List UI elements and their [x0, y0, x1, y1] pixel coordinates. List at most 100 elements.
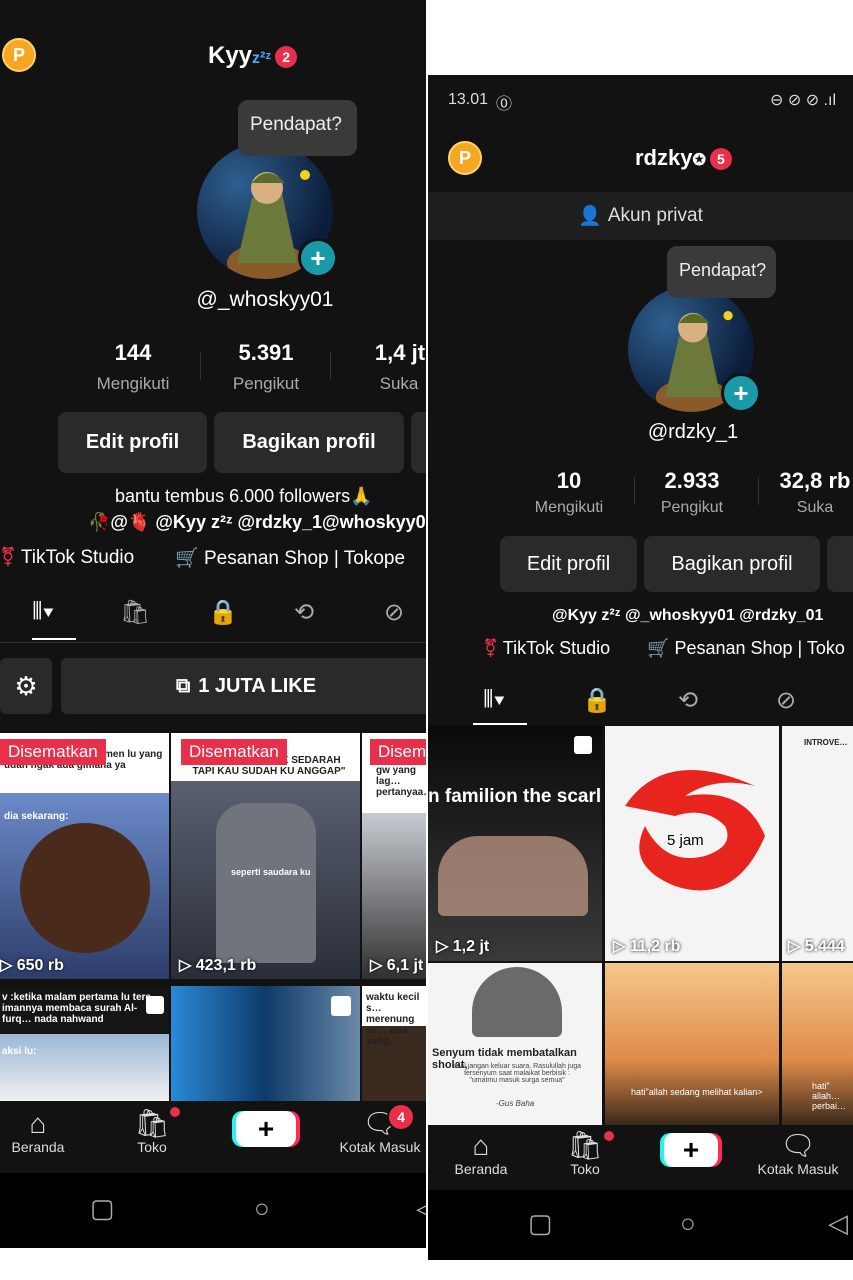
- studio-icon: ⚧: [483, 638, 499, 658]
- video-caption-3: -Gus Baha: [496, 1099, 535, 1108]
- private-tab-icon[interactable]: 🔒: [582, 686, 612, 715]
- followers-count[interactable]: 2.933: [642, 468, 742, 494]
- back-icon[interactable]: ◁: [828, 1208, 848, 1239]
- tiktok-studio-link[interactable]: ⚧ TikTok Studio: [0, 546, 134, 569]
- share-profile-button[interactable]: Bagikan profil: [644, 536, 820, 592]
- share-profile-button[interactable]: Bagikan profil: [214, 412, 404, 473]
- liked-tab-icon[interactable]: ⊘: [776, 686, 796, 715]
- recent-apps-icon[interactable]: ▢: [528, 1208, 553, 1239]
- notif-badge: 5: [709, 148, 732, 171]
- liked-tab-icon[interactable]: ⊘: [384, 598, 404, 627]
- username-suffix: z²ᶻ: [252, 50, 272, 67]
- tooltip-bubble[interactable]: Pendapat?: [238, 100, 357, 156]
- profile-username[interactable]: Kyyz²ᶻ 2: [208, 42, 298, 70]
- add-story-button[interactable]: +: [721, 373, 761, 413]
- private-tab-icon[interactable]: 🔒: [208, 598, 238, 627]
- view-count: ▷ 6,1 jt: [370, 957, 424, 974]
- coin-icon[interactable]: P: [448, 141, 482, 175]
- video-caption: hati" allah… perbai…: [812, 1081, 847, 1111]
- shop-tab-icon[interactable]: 🛍: [120, 598, 150, 627]
- video-thumbnail[interactable]: waktu kecil s… merenung se… apa yang…: [362, 986, 426, 1101]
- create-button[interactable]: +: [664, 1133, 718, 1167]
- nav-home[interactable]: ⌂ Beranda: [0, 1109, 76, 1156]
- thumbnail-image: [20, 823, 150, 953]
- repost-tab-icon[interactable]: ⟲: [294, 598, 314, 627]
- view-count: ▷ 650 rb: [0, 957, 64, 974]
- add-friend-button[interactable]: [411, 412, 426, 473]
- videos-tab-icon[interactable]: ⦀▾: [483, 686, 505, 714]
- following-count[interactable]: 144: [83, 340, 183, 366]
- nav-inbox[interactable]: 🗨 Kotak Masuk: [750, 1130, 846, 1178]
- home-circle-icon[interactable]: ○: [254, 1193, 270, 1224]
- nav-home[interactable]: ⌂ Beranda: [448, 1131, 514, 1178]
- collection-button[interactable]: ⧉ 1 JUTA LIKE: [61, 658, 426, 714]
- status-icons: ⊖ ⊘ ⊘ .ıl: [770, 92, 836, 109]
- profile-username[interactable]: rdzky✪ 5: [635, 145, 732, 171]
- video-caption: v :ketika malam pertama lu tere… imannya…: [2, 992, 161, 1025]
- nav-inbox-label: Kotak Masuk: [339, 1139, 421, 1155]
- video-caption: hati"allah sedang melihat kalian>: [631, 1087, 763, 1097]
- video-thumbnail[interactable]: hati" allah… perbai…: [782, 963, 853, 1125]
- cart-icon: 🛒: [647, 638, 670, 658]
- bottom-nav: ⌂ Beranda 🛍 Toko + 🗨 Kotak Masuk: [428, 1125, 853, 1190]
- coin-icon[interactable]: P: [2, 38, 36, 72]
- video-thumbnail[interactable]: hati"allah sedang melihat kalian>: [605, 963, 779, 1125]
- video-caption: waktu kecil s… merenung se… apa yang…: [366, 992, 420, 1047]
- video-caption: gw yang lag… pertanyaa…: [376, 765, 426, 798]
- following-label: Mengikuti: [534, 499, 604, 516]
- followers-count[interactable]: 5.391: [216, 340, 316, 366]
- video-caption-2: dia sekarang:: [4, 811, 69, 822]
- video-thumbnail[interactable]: n familion the scarl ▷ 1,2 jt: [428, 726, 602, 961]
- status-time: 13.01: [448, 91, 489, 108]
- video-thumbnail[interactable]: INTROVE… ▷ 5.444: [782, 726, 853, 961]
- thumbnail-image: [472, 967, 562, 1037]
- video-thumbnail[interactable]: 5 jam ▷ 11,2 rb: [605, 726, 779, 961]
- video-thumbnail[interactable]: WALAUPUN TIDAK SEDARAH TAPI KAU SUDAH KU…: [171, 733, 360, 979]
- home-circle-icon[interactable]: ○: [680, 1208, 696, 1239]
- video-thumbnail[interactable]: [171, 986, 360, 1101]
- shop-orders-link[interactable]: 🛒 Pesanan Shop | Toko: [647, 638, 845, 659]
- bio-line-1[interactable]: @Kyy z²ᶻ @_whoskyy01 @rdzky_01: [552, 607, 823, 625]
- likes-count[interactable]: 1,4 jt: [350, 340, 426, 366]
- back-icon[interactable]: ◁: [416, 1193, 426, 1224]
- video-thumbnail[interactable]: v :ketika malam pertama lu tere… imannya…: [0, 986, 169, 1101]
- divider: [330, 352, 331, 380]
- tooltip-bubble[interactable]: Pendapat?: [667, 246, 776, 298]
- add-story-button[interactable]: +: [298, 238, 338, 278]
- shop-label: Pesanan Shop | Toko: [674, 638, 845, 658]
- following-label: Mengikuti: [96, 374, 170, 393]
- add-friend-button[interactable]: [827, 536, 853, 592]
- create-button[interactable]: +: [236, 1111, 296, 1147]
- active-tab-indicator: [473, 723, 527, 725]
- inbox-count-badge: 4: [387, 1103, 415, 1131]
- collection-label: 1 JUTA LIKE: [198, 674, 317, 697]
- studio-label: TikTok Studio: [20, 547, 135, 568]
- thumbnail-image: [438, 836, 588, 916]
- tiktok-studio-link[interactable]: ⚧ TikTok Studio: [483, 638, 610, 659]
- divider: [200, 352, 201, 380]
- collection-icon: ⧉: [175, 674, 191, 697]
- video-thumbnail[interactable]: Senyum tidak membatalkan sholat, asal ja…: [428, 963, 602, 1125]
- shop-orders-link[interactable]: 🛒 Pesanan Shop | Tokope: [175, 546, 405, 570]
- gear-icon[interactable]: ⚙: [0, 658, 52, 714]
- cart-icon: 🛒: [175, 548, 199, 569]
- photo-icon: [331, 996, 351, 1016]
- edit-profile-button[interactable]: Edit profil: [58, 412, 207, 473]
- private-label: Akun privat: [607, 205, 703, 226]
- likes-count[interactable]: 32,8 rb: [765, 468, 853, 494]
- photo-icon: [146, 996, 164, 1014]
- followers-label: Pengikut: [660, 499, 724, 516]
- video-thumbnail[interactable]: gw yang lag… pertanyaa… Disem ▷ 6,1 jt: [362, 733, 426, 979]
- recent-apps-icon[interactable]: ▢: [90, 1193, 115, 1224]
- username-text: Kyy: [208, 42, 253, 69]
- inbox-icon: 🗨: [780, 1130, 816, 1161]
- view-count: ▷ 5.444: [788, 938, 845, 955]
- video-thumbnail[interactable]: …ba-tiba ke rum… temen lu yang udah ngak…: [0, 733, 169, 979]
- system-nav-bar: ▢ ○ ◁: [428, 1190, 853, 1260]
- following-count[interactable]: 10: [519, 468, 619, 494]
- system-nav-bar: ▢ ○ ◁: [0, 1173, 426, 1248]
- bio-line-2[interactable]: 🥀@🫀 @Kyy z²ᶻ @rdzky_1@whoskyy0: [88, 512, 426, 533]
- repost-tab-icon[interactable]: ⟲: [678, 686, 698, 715]
- videos-tab-icon[interactable]: ⦀▾: [32, 598, 54, 626]
- edit-profile-button[interactable]: Edit profil: [500, 536, 637, 592]
